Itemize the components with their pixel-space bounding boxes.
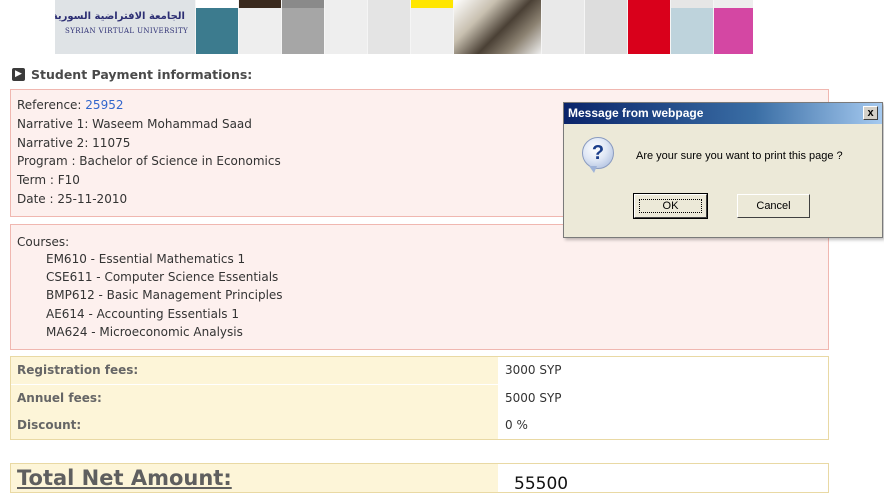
university-logo: الجامعة الافتراضية السورية SYRIAN VIRTUA… (55, 0, 195, 54)
course-item: AE614 - Accounting Essentials 1 (46, 306, 239, 321)
banner-strip (324, 0, 367, 54)
banner-strip (410, 0, 453, 54)
header-banner: الجامعة الافتراضية السورية SYRIAN VIRTUA… (55, 0, 773, 54)
fee-row: Registration fees: 3000 SYP (11, 357, 828, 384)
logo-arabic-text: الجامعة الافتراضية السورية (55, 11, 185, 22)
arrow-right-icon: ▶ (12, 68, 25, 81)
dialog-titlebar[interactable]: Message from webpage x (564, 103, 882, 124)
question-icon: ? (582, 137, 614, 173)
fee-label: Discount: (11, 412, 498, 439)
courses-box: Courses: EM610 - Essential Mathematics 1… (10, 224, 829, 350)
fee-value: 5000 SYP (505, 391, 562, 405)
banner-strip (584, 0, 627, 54)
total-value: 55500 (514, 474, 569, 494)
reference-link[interactable]: 25952 (85, 98, 123, 112)
fee-value: 0 % (505, 418, 528, 432)
fee-label: Annuel fees: (11, 385, 498, 412)
ok-button[interactable]: OK (633, 193, 708, 219)
fee-row: Discount: 0 % (11, 412, 828, 439)
dialog-title: Message from webpage (568, 106, 704, 120)
fee-row: Annuel fees: 5000 SYP (11, 385, 828, 412)
banner-strip (670, 0, 713, 54)
fee-value: 3000 SYP (505, 363, 562, 377)
close-icon: x (867, 107, 874, 119)
confirm-dialog: Message from webpage x ? Are your sure y… (563, 102, 883, 238)
banner-photo (453, 0, 541, 54)
section-title: Student Payment informations: (31, 67, 253, 82)
banner-strip (541, 0, 584, 54)
close-button[interactable]: x (863, 106, 878, 120)
banner-strip (627, 0, 670, 54)
banner-strip (281, 0, 324, 54)
fees-table: Registration fees: 3000 SYP Annuel fees:… (10, 356, 829, 440)
logo-english-text: SYRIAN VIRTUAL UNIVERSITY (65, 27, 189, 35)
course-item: CSE611 - Computer Science Essentials (46, 270, 279, 285)
banner-strip (238, 0, 281, 54)
banner-strip (195, 0, 238, 54)
banner-strip (713, 0, 753, 54)
total-label: Total Net Amount: (11, 464, 498, 492)
reference-label: Reference: (17, 98, 86, 112)
ok-label: OK (638, 199, 703, 213)
cancel-button[interactable]: Cancel (737, 194, 810, 218)
banner-strip (367, 0, 410, 54)
course-item: MA624 - Microeconomic Analysis (46, 324, 243, 339)
course-item: EM610 - Essential Mathematics 1 (46, 252, 246, 266)
dialog-message: Are your sure you want to print this pag… (636, 150, 843, 162)
section-heading: ▶ Student Payment informations: (12, 67, 252, 82)
fee-label: Registration fees: (11, 357, 498, 384)
total-row: Total Net Amount: 55500 (10, 463, 829, 494)
course-item: BMP612 - Basic Management Principles (46, 288, 283, 303)
